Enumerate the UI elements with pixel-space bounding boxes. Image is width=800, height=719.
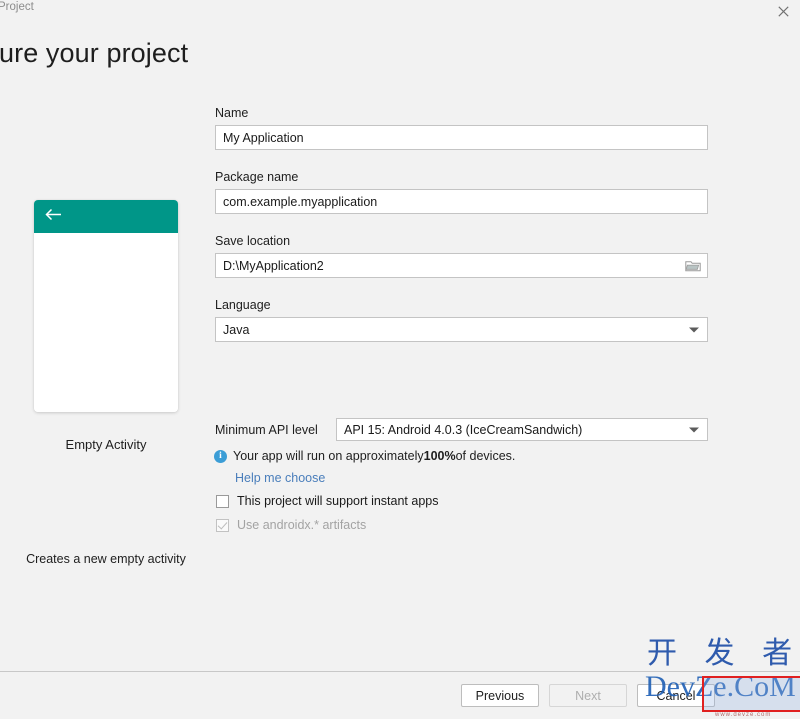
chevron-down-icon [689, 327, 699, 332]
info-icon: i [214, 449, 227, 463]
preview-body [34, 233, 178, 412]
checkbox-box [216, 518, 229, 532]
dialog-footer: Previous Next Cancel [0, 672, 800, 719]
chevron-down-icon [689, 427, 699, 432]
next-button: Next [549, 684, 627, 707]
minimum-api-select[interactable]: API 15: Android 4.0.3 (IceCreamSandwich) [336, 418, 708, 441]
package-name-label: Package name [215, 170, 299, 184]
minimum-api-row: Minimum API level API 15: Android 4.0.3 … [215, 418, 708, 441]
preview-appbar [34, 200, 178, 233]
template-name: Empty Activity [65, 437, 147, 452]
instant-apps-checkbox[interactable]: This project will support instant apps [216, 494, 438, 508]
cancel-button[interactable]: Cancel [637, 684, 715, 707]
name-label: Name [215, 106, 249, 120]
coverage-text-after: of devices. [455, 449, 516, 463]
previous-button[interactable]: Previous [461, 684, 539, 707]
template-preview-card[interactable] [34, 200, 178, 412]
window-titlebar: Project [0, 0, 800, 22]
coverage-text-before: Your app will run on approximately [233, 449, 424, 463]
close-icon[interactable] [766, 0, 800, 22]
package-name-input[interactable]: com.example.myapplication [215, 189, 708, 214]
androidx-label: Use androidx.* artifacts [237, 518, 367, 532]
help-me-choose-link[interactable]: Help me choose [235, 471, 325, 485]
language-select[interactable]: Java [215, 317, 708, 342]
save-location-input[interactable]: D:\MyApplication2 [215, 253, 708, 278]
device-coverage-info: i Your app will run on approximately 100… [214, 449, 515, 463]
folder-icon[interactable] [685, 259, 701, 272]
language-label: Language [215, 298, 271, 312]
project-form: Name My Application Package name com.exa… [215, 106, 708, 342]
watermark-cn-text: 开 发 者 [647, 636, 800, 671]
page-title: ure your project [0, 38, 189, 68]
instant-apps-label: This project will support instant apps [237, 494, 439, 508]
name-input[interactable]: My Application [215, 125, 708, 150]
coverage-percent: 100% [423, 449, 456, 463]
checkbox-box[interactable] [216, 494, 229, 508]
androidx-artifacts-checkbox: Use androidx.* artifacts [216, 518, 366, 532]
minimum-api-label: Minimum API level [215, 422, 318, 437]
save-location-label: Save location [215, 234, 291, 248]
language-value: Java [223, 322, 250, 337]
window-title: Project [0, 1, 34, 13]
minimum-api-value: API 15: Android 4.0.3 (IceCreamSandwich) [344, 422, 583, 437]
back-arrow-icon [45, 208, 62, 226]
template-description: Creates a new empty activity [26, 552, 186, 566]
save-location-value: D:\MyApplication2 [223, 258, 324, 273]
